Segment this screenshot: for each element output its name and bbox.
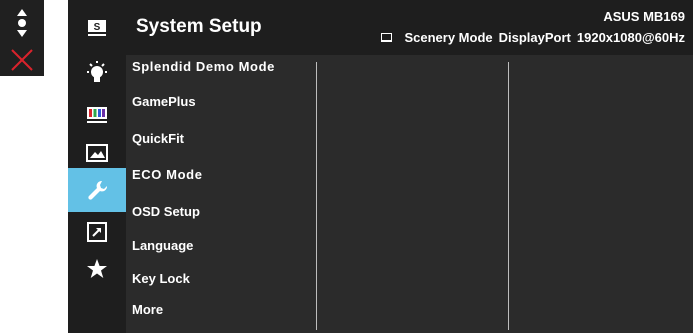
close-icon[interactable]	[10, 48, 34, 72]
menu-item-splendid-demo-mode[interactable]: Splendid Demo Mode	[132, 59, 275, 74]
navigation-pad	[0, 0, 44, 76]
osd-window: S System Setup ASUS MB169 Scenery Mode D…	[68, 0, 693, 333]
menu-item-gameplus[interactable]: GamePlus	[132, 94, 196, 109]
category-icon-column: S	[68, 0, 126, 333]
menu-item-osd-setup[interactable]: OSD Setup	[132, 204, 200, 219]
osd-header: System Setup ASUS MB169 Scenery Mode Dis…	[126, 0, 693, 55]
status-bar: Scenery Mode DisplayPort 1920x1080@60Hz	[381, 30, 685, 45]
star-icon[interactable]	[68, 247, 126, 291]
menu-item-eco-mode[interactable]: ECO Mode	[132, 167, 203, 182]
up-down-arrows-icon[interactable]	[13, 8, 31, 38]
model-name: ASUS MB169	[603, 9, 685, 24]
svg-text:S: S	[94, 22, 101, 33]
wrench-icon[interactable]	[68, 168, 126, 212]
input-label: DisplayPort	[498, 30, 571, 45]
column-divider	[316, 62, 317, 330]
resolution-label: 1920x1080@60Hz	[576, 30, 685, 45]
menu-item-more[interactable]: More	[132, 302, 163, 317]
menu-item-quickfit[interactable]: QuickFit	[132, 131, 184, 146]
lightbulb-icon[interactable]	[68, 50, 126, 94]
mode-label: Scenery Mode	[404, 30, 493, 45]
page-title: System Setup	[136, 16, 262, 37]
splendid-icon[interactable]: S	[68, 6, 126, 50]
menu-item-key-lock[interactable]: Key Lock	[132, 271, 190, 286]
column-divider	[508, 62, 509, 330]
monitor-icon	[381, 33, 393, 42]
menu-item-language[interactable]: Language	[132, 238, 193, 253]
